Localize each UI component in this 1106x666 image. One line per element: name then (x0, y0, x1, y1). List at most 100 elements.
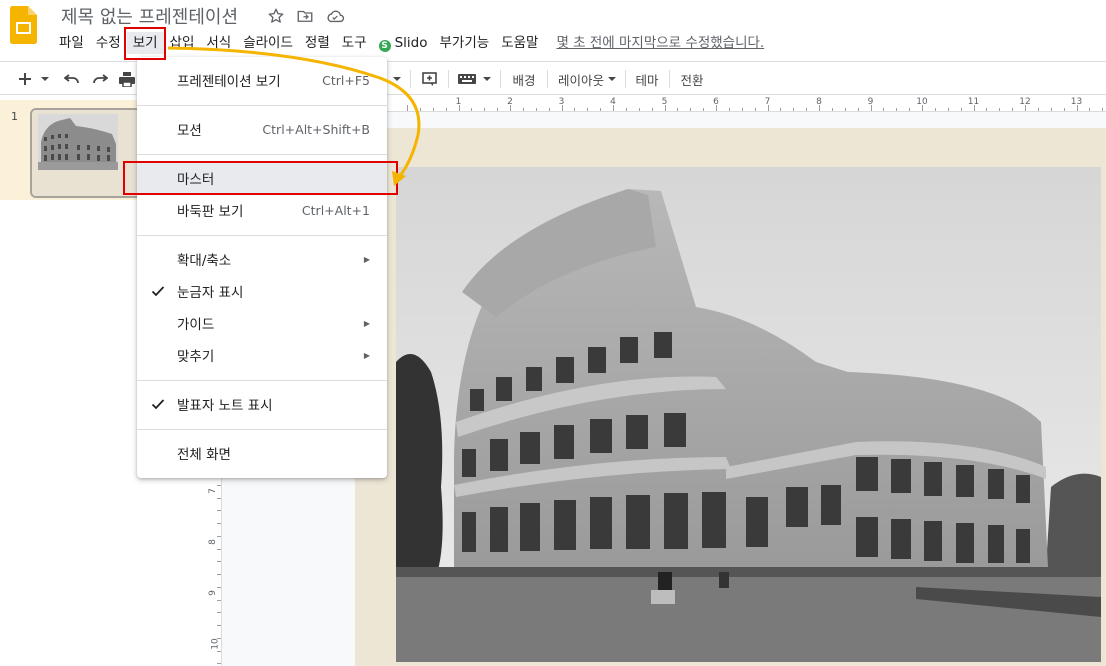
ruler-tick (484, 108, 486, 111)
menu-arrange[interactable]: 정렬 (299, 32, 336, 54)
horizontal-ruler[interactable]: 1234567891011121314 (355, 96, 1106, 112)
ruler-tick (548, 108, 550, 111)
ruler-tick (1102, 108, 1104, 111)
menu-tools[interactable]: 도구 (336, 32, 373, 54)
menu-item-master[interactable]: 마스터 (137, 163, 387, 193)
ruler-tick (574, 108, 576, 111)
ruler-tick (217, 650, 221, 652)
menu-slido-label: Slido (394, 35, 428, 51)
new-slide-dropdown-icon[interactable] (38, 68, 52, 90)
checkmark-icon (151, 286, 165, 297)
ruler-tick (445, 108, 447, 111)
menu-item-presentation-view[interactable]: 프레젠테이션 보기 Ctrl+F5 (137, 65, 387, 95)
transition-button[interactable]: 전환 (676, 68, 708, 90)
menu-bar: 파일 수정 보기 삽입 서식 슬라이드 정렬 도구 S Slido 부가기능 도움… (53, 32, 764, 54)
menu-addons[interactable]: 부가기능 (434, 32, 496, 54)
ruler-tick (217, 625, 221, 626)
ruler-tick (960, 108, 962, 111)
document-title[interactable]: 제목 없는 프레젠테이션 (61, 3, 238, 29)
snap-to-label: 맞추기 (177, 349, 215, 365)
ruler-tick (999, 108, 1001, 111)
print-icon[interactable] (116, 68, 138, 90)
submenu-arrow-icon: ▶ (363, 350, 370, 360)
redo-icon[interactable] (88, 68, 112, 90)
colosseum-image[interactable] (396, 167, 1101, 662)
layout-dropdown-icon[interactable] (606, 68, 618, 90)
ruler-tick (793, 108, 795, 111)
ruler-tick (217, 510, 221, 512)
ruler-tick (522, 108, 524, 111)
menu-file[interactable]: 파일 (53, 32, 90, 54)
ruler-tick (1063, 108, 1065, 111)
toolbar-divider (625, 70, 626, 88)
ruler-tick (458, 105, 460, 111)
menu-slide[interactable]: 슬라이드 (237, 32, 299, 54)
ruler-number: 10 (210, 638, 221, 650)
menu-help[interactable]: 도움말 (495, 32, 544, 54)
ruler-tick (934, 108, 936, 111)
ruler-tick (217, 586, 221, 588)
theme-button[interactable]: 테마 (632, 68, 662, 90)
menu-item-grid-view[interactable]: 바둑판 보기 Ctrl+Alt+1 (137, 195, 387, 225)
ruler-number: 9 (207, 590, 218, 596)
ruler-tick (217, 535, 221, 537)
ruler-tick (767, 105, 769, 111)
menu-item-snap-to[interactable]: 맞추기 ▶ (137, 340, 387, 370)
image-dropdown-icon[interactable] (391, 68, 403, 90)
submenu-arrow-icon: ▶ (363, 318, 370, 328)
layout-button[interactable]: 레이아웃 (555, 68, 607, 90)
ruler-tick (1012, 108, 1014, 111)
menu-item-zoom[interactable]: 확대/축소 ▶ (137, 244, 387, 274)
menu-separator (137, 429, 387, 430)
star-icon[interactable] (266, 6, 286, 26)
menu-separator (137, 105, 387, 106)
slide-number: 1 (11, 110, 18, 123)
submenu-arrow-icon: ▶ (363, 254, 370, 264)
menu-item-full-screen[interactable]: 전체 화면 (137, 438, 387, 468)
ruler-tick (217, 484, 221, 486)
ruler-tick (1050, 108, 1052, 111)
slide-thumbnail[interactable] (30, 108, 142, 198)
menu-format[interactable]: 서식 (200, 32, 237, 54)
menu-item-show-speaker-notes[interactable]: 발표자 노트 표시 (137, 389, 387, 419)
zoom-label: 확대/축소 (177, 253, 232, 269)
new-slide-icon[interactable] (14, 68, 36, 90)
add-comment-icon[interactable] (418, 68, 440, 90)
menu-insert[interactable]: 삽입 (164, 32, 201, 54)
ruler-tick (780, 108, 782, 111)
toolbar-divider (500, 70, 501, 88)
menu-item-guides[interactable]: 가이드 ▶ (137, 308, 387, 338)
menu-separator (137, 154, 387, 155)
menu-item-motion[interactable]: 모션 Ctrl+Alt+Shift+B (137, 114, 387, 144)
slides-logo-icon[interactable] (10, 6, 37, 44)
presentation-view-label: 프레젠테이션 보기 (177, 74, 281, 90)
ruler-tick (1037, 108, 1039, 111)
input-tools-icon[interactable] (456, 68, 478, 90)
ruler-tick (754, 108, 756, 111)
menu-item-show-ruler[interactable]: 눈금자 표시 (137, 276, 387, 306)
ruler-tick (690, 108, 692, 111)
ruler-tick (819, 105, 820, 111)
ruler-tick (909, 108, 911, 111)
toolbar-divider (547, 70, 548, 88)
menu-slido[interactable]: S Slido (373, 32, 434, 54)
last-edit-link[interactable]: 몇 초 전에 마지막으로 수정했습니다. (544, 32, 764, 54)
input-tools-dropdown-icon[interactable] (481, 68, 493, 90)
ruler-tick (922, 105, 923, 111)
background-button[interactable]: 배경 (506, 68, 542, 90)
cloud-saved-icon[interactable] (325, 6, 345, 26)
ruler-tick (716, 105, 717, 111)
ruler-tick (986, 108, 988, 111)
ruler-tick (896, 108, 898, 111)
show-ruler-label: 눈금자 표시 (177, 285, 244, 301)
ruler-tick (741, 108, 743, 111)
undo-icon[interactable] (60, 68, 84, 90)
menu-edit[interactable]: 수정 (90, 32, 127, 54)
ruler-tick (217, 637, 221, 639)
ruler-tick (600, 108, 602, 111)
ruler-tick (664, 105, 666, 111)
move-to-folder-icon[interactable] (295, 6, 315, 26)
menu-view[interactable]: 보기 (126, 32, 164, 54)
menu-separator (137, 380, 387, 381)
ruler-tick (217, 663, 221, 665)
